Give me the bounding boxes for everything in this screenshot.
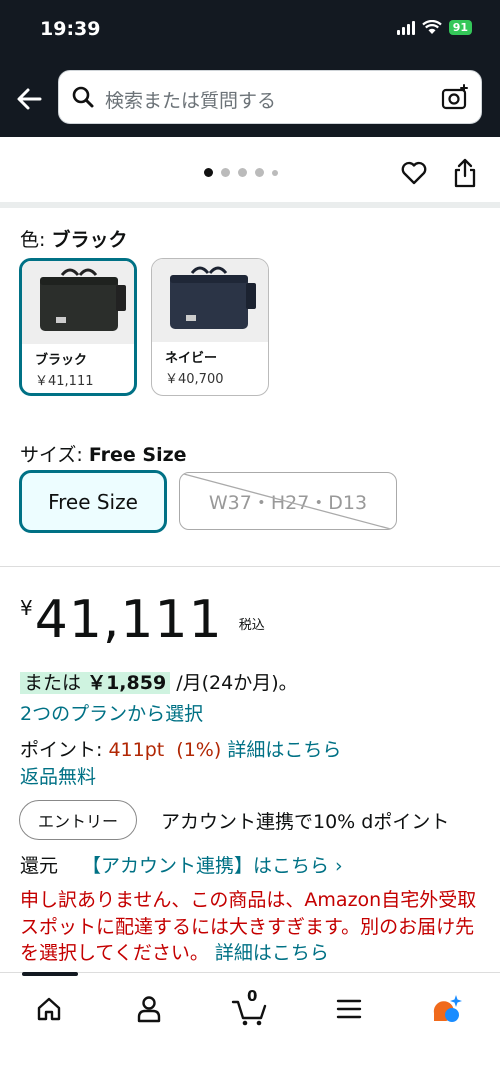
carousel-dot[interactable] <box>272 169 278 176</box>
entry-description: アカウント連携で10% dポイント <box>161 811 450 833</box>
points-details-link[interactable]: 詳細はこちら <box>227 739 341 761</box>
size-option-dimensions-unavailable[interactable]: W37・H27・D13 <box>179 472 397 530</box>
nav-menu[interactable] <box>324 989 374 1029</box>
color-label: 色: ブラック <box>20 229 128 251</box>
points-info: ポイント: 411pt (1%) 詳細はこちら <box>20 739 342 761</box>
section-divider <box>0 566 500 567</box>
tax-label: 税込 <box>238 618 265 633</box>
section-divider <box>0 202 500 208</box>
unavailable-strike <box>180 473 394 529</box>
color-option-black[interactable]: ブラック ￥41,111 <box>19 258 137 396</box>
color-option-name: ブラック <box>35 353 88 368</box>
search-bar[interactable]: 検索または質問する <box>58 70 482 124</box>
carousel-dot[interactable] <box>255 168 264 177</box>
size-label: サイズ: Free Size <box>20 444 187 466</box>
price-currency: ¥ <box>20 596 33 620</box>
color-option-price: ￥41,111 <box>35 374 94 389</box>
nav-account[interactable] <box>124 989 174 1029</box>
hamburger-menu-icon <box>336 999 362 1019</box>
cart-count: 0 <box>247 987 258 1005</box>
share-icon[interactable] <box>452 158 478 188</box>
home-icon <box>37 997 61 1021</box>
carousel-dots[interactable] <box>204 168 278 177</box>
nav-home[interactable] <box>24 989 74 1029</box>
color-option-navy[interactable]: ネイビー ￥40,700 <box>151 258 269 396</box>
cashback-label: 還元 <box>20 855 59 877</box>
battery-icon: 91 <box>448 20 472 35</box>
back-arrow-icon[interactable] <box>14 84 44 114</box>
person-icon <box>137 996 161 1023</box>
warning-details-link[interactable]: 詳細はこちら <box>215 942 329 964</box>
wifi-icon <box>421 20 442 34</box>
price-amount: 41,111 <box>34 590 223 650</box>
installment-plans-link[interactable]: 2つのプランから選択 <box>20 699 203 726</box>
free-returns-link[interactable]: 返品無料 <box>20 762 96 789</box>
carousel-dot[interactable] <box>238 168 247 177</box>
delivery-warning: 申し訳ありません、この商品は、Amazon自宅外受取スポットに配達するには大きす… <box>20 889 477 964</box>
signal-icon <box>396 20 415 35</box>
installment-info: または ￥1,859 /月(24か月)。 <box>20 668 298 695</box>
camera-icon[interactable] <box>441 84 469 112</box>
product-image-navy <box>152 259 268 342</box>
carousel-dot[interactable] <box>204 168 213 177</box>
account-link[interactable]: 【アカウント連携】はこちら › <box>82 851 343 878</box>
color-option-price: ￥40,700 <box>165 372 224 387</box>
nav-rufus[interactable] <box>422 989 472 1029</box>
rufus-assistant-icon <box>433 995 462 1022</box>
size-option-free[interactable]: Free Size <box>19 470 167 533</box>
bottom-nav: 0 <box>0 972 500 1081</box>
search-placeholder: 検索または質問する <box>105 90 277 112</box>
price-block: ¥ 41,111 税込 <box>20 590 265 650</box>
color-option-name: ネイビー <box>165 351 218 366</box>
status-time: 19:39 <box>40 18 101 40</box>
search-icon <box>72 86 94 108</box>
product-image-black <box>22 261 134 344</box>
nav-active-indicator <box>22 972 78 976</box>
carousel-dot[interactable] <box>221 168 230 177</box>
entry-button[interactable]: エントリー <box>19 800 137 840</box>
nav-cart[interactable]: 0 <box>225 987 275 1029</box>
status-icons: 91 <box>396 20 472 35</box>
heart-icon[interactable] <box>400 159 428 187</box>
